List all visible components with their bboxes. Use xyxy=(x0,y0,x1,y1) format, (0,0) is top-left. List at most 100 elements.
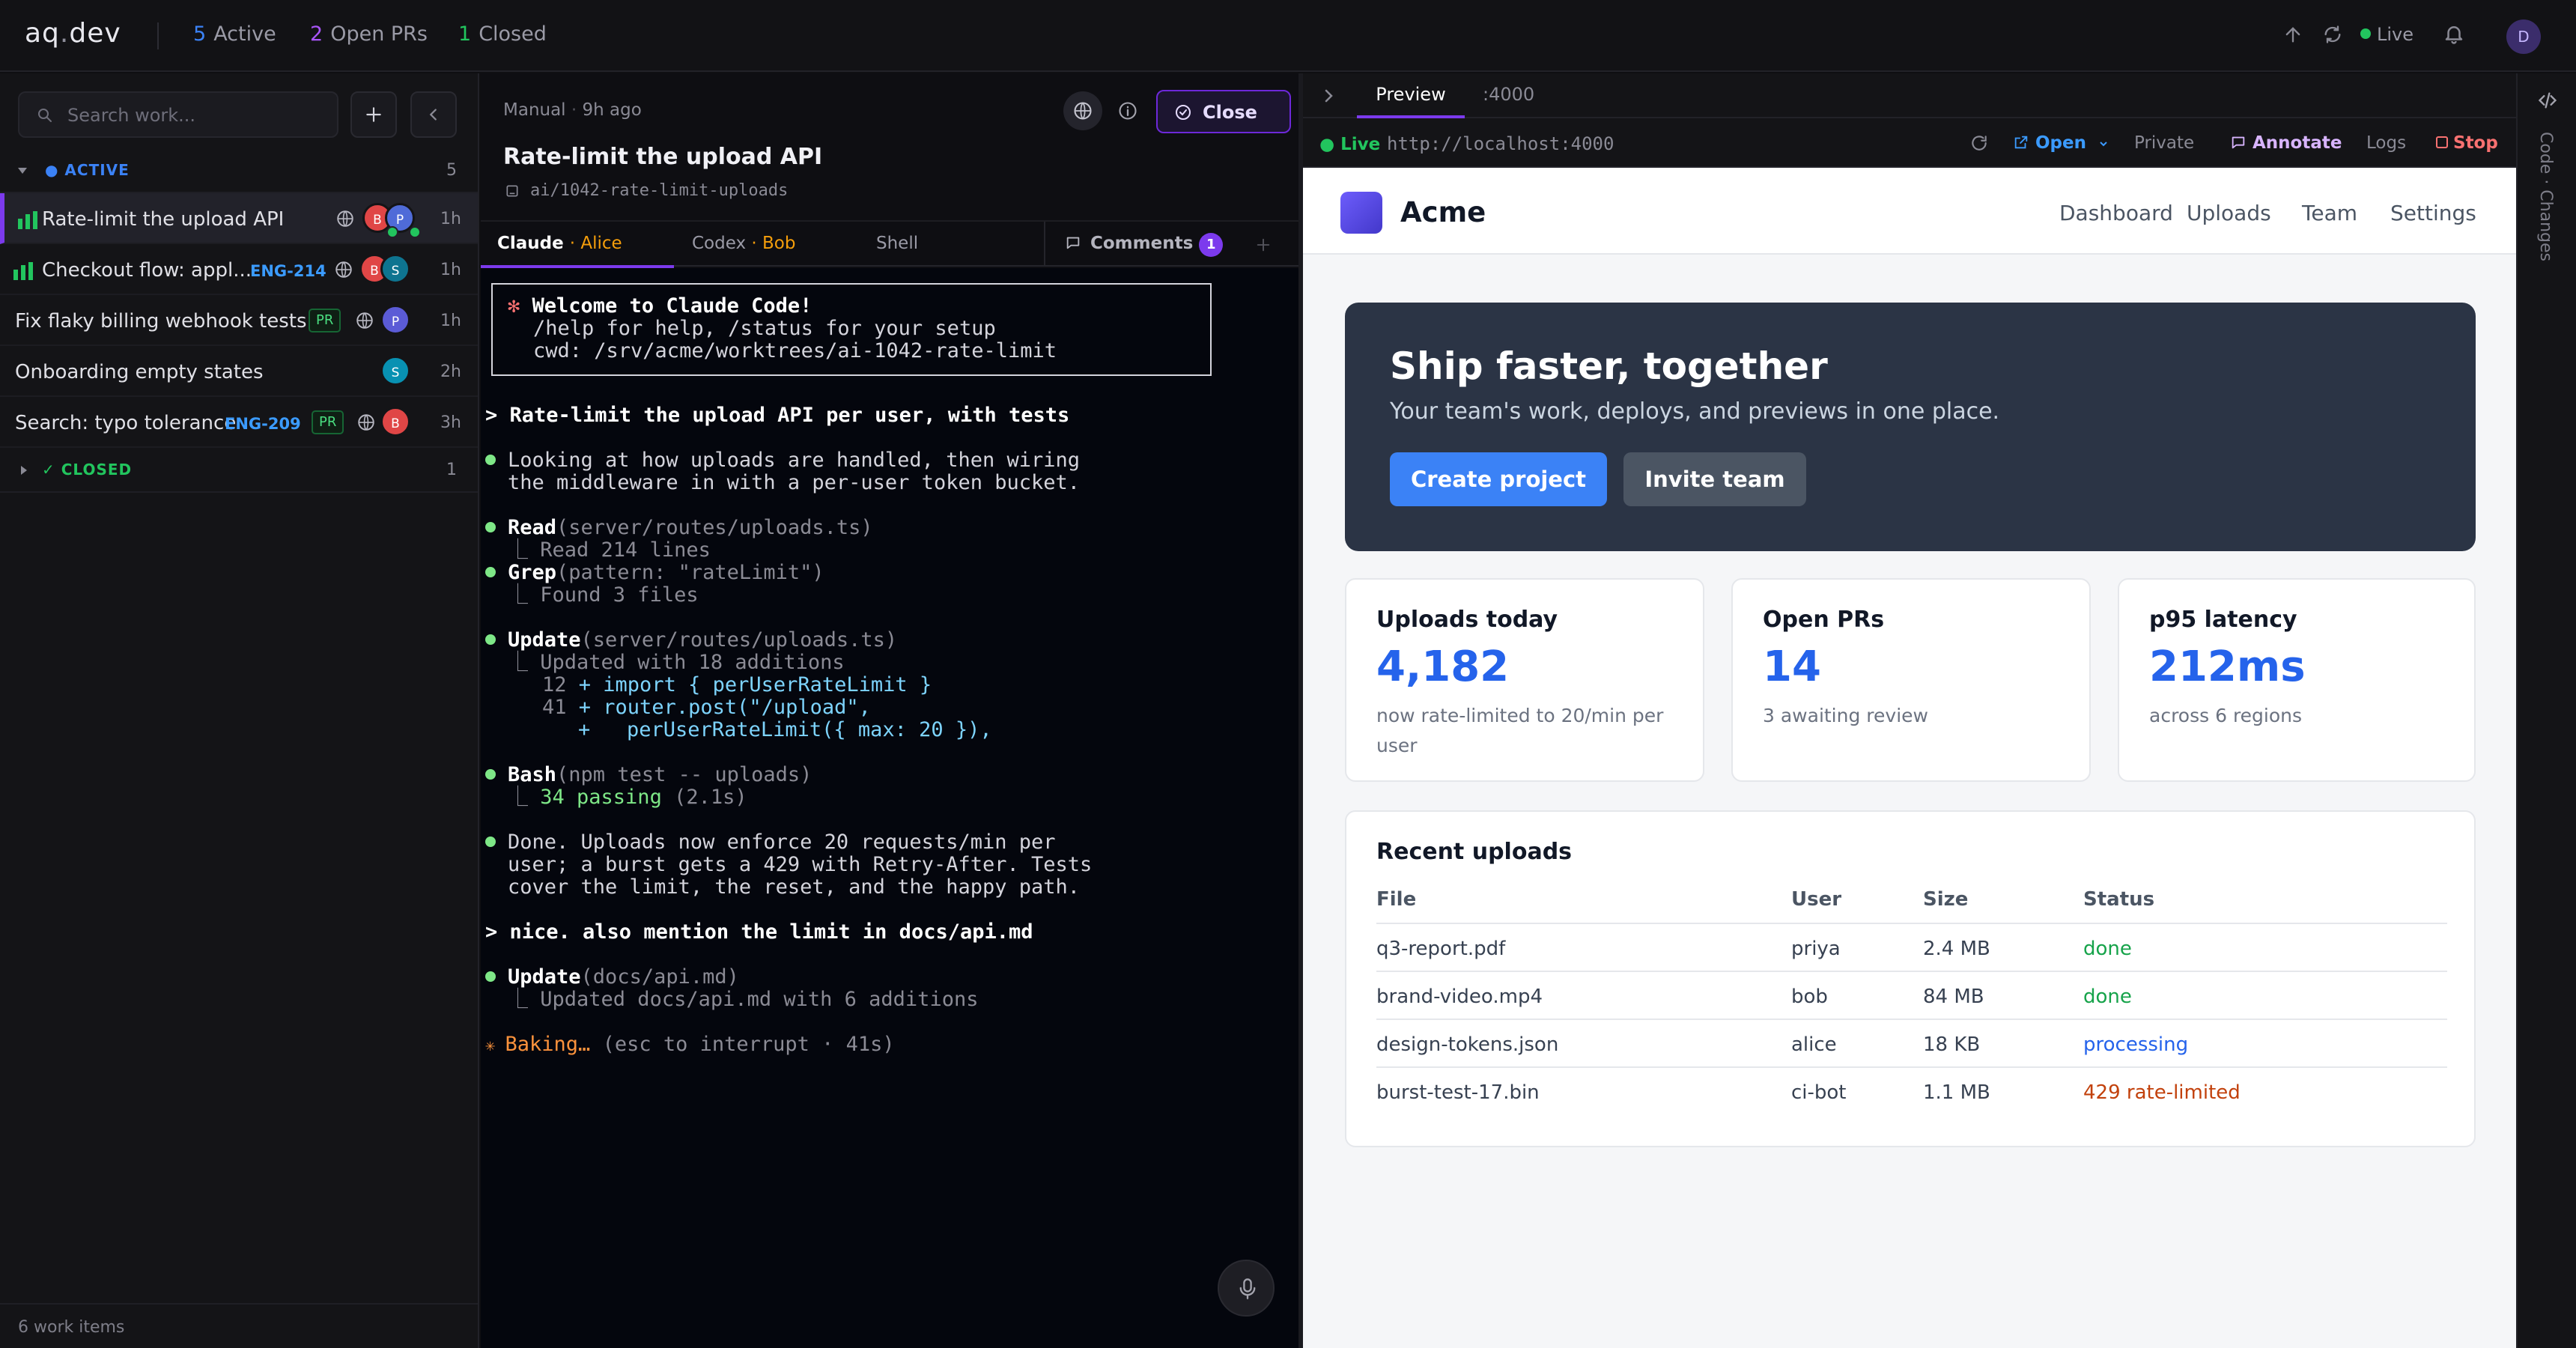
tool-result: ⎿ 34 passing (2.1s) xyxy=(508,786,747,809)
cell-user: ci-bot xyxy=(1791,1081,1847,1104)
cell-status: done xyxy=(2083,938,2132,960)
chevron-down-icon xyxy=(2100,141,2107,146)
acme-brand[interactable]: Acme xyxy=(1400,196,1486,228)
globe-button[interactable] xyxy=(1063,91,1102,130)
globe-icon xyxy=(1074,102,1092,120)
globe-icon xyxy=(337,210,353,227)
user-prompt: > nice. also mention the limit in docs/a… xyxy=(485,920,1033,944)
cell-size: 18 KB xyxy=(1923,1033,1981,1056)
chevron-right-icon[interactable] xyxy=(1319,87,1337,105)
cell-size: 84 MB xyxy=(1923,986,1984,1008)
search-box[interactable] xyxy=(18,91,338,138)
work-item[interactable]: Onboarding empty states S 2h xyxy=(0,346,478,397)
work-item-age: 1h xyxy=(440,210,461,228)
close-task-label: Close xyxy=(1203,102,1257,123)
issue-tag[interactable]: ENG-214 xyxy=(250,262,326,280)
table-row[interactable]: design-tokens.json alice 18 KB processin… xyxy=(1376,1018,2447,1066)
stat-closed-count: 1 xyxy=(458,22,472,46)
stat-open-prs[interactable]: 2 Open PRs xyxy=(310,22,428,46)
push-arrow-icon[interactable] xyxy=(2282,24,2303,45)
live-label: Live xyxy=(2377,24,2414,45)
preview-url[interactable]: http://localhost:4000 xyxy=(1387,133,1614,154)
search-input[interactable] xyxy=(67,103,322,128)
work-item[interactable]: Checkout flow: appl... ENG-214 B S 1h xyxy=(0,244,478,295)
preview-url-bar: ● Live http://localhost:4000 Open Privat… xyxy=(1303,118,2516,168)
annotate-button[interactable]: Annotate xyxy=(2230,133,2342,153)
collapse-sidebar-button[interactable] xyxy=(410,91,457,138)
info-button[interactable] xyxy=(1108,91,1147,130)
tab-claude[interactable]: Claude · Alice xyxy=(481,222,674,268)
nav-team[interactable]: Team xyxy=(2302,201,2357,225)
info-icon xyxy=(1119,102,1137,120)
column-header: User xyxy=(1791,888,1842,911)
stat-active-label: Active xyxy=(213,22,276,46)
tool-result: ⎿ Updated docs/api.md with 6 additions xyxy=(508,988,979,1011)
tab-shell[interactable]: Shell xyxy=(876,222,951,268)
close-task-button[interactable]: Close xyxy=(1156,90,1291,133)
table-row[interactable]: brand-video.mp4 bob 84 MB done xyxy=(1376,971,2447,1018)
stat-active[interactable]: 5 Active xyxy=(193,22,276,46)
caret-down-icon xyxy=(18,168,27,174)
terminal[interactable]: ✻ Welcome to Claude Code! /help for help… xyxy=(481,268,1298,1348)
pr-badge[interactable]: PR xyxy=(309,309,341,333)
create-project-button[interactable]: Create project xyxy=(1390,452,1607,506)
code-icon[interactable] xyxy=(2537,90,2558,111)
table-row[interactable]: burst-test-17.bin ci-bot 1.1 MB 429 rate… xyxy=(1376,1066,2447,1114)
hero-title: Ship faster, together xyxy=(1390,344,1828,388)
work-item-count: 6 work items xyxy=(18,1318,125,1337)
top-bar: aq.dev 5 Active 2 Open PRs 1 Closed Live D xyxy=(0,0,2576,72)
nav-dashboard[interactable]: Dashboard xyxy=(2059,201,2173,225)
user-avatar[interactable]: D xyxy=(2506,19,2541,54)
bell-icon[interactable] xyxy=(2443,22,2465,45)
issue-tag[interactable]: ENG-209 xyxy=(225,415,301,433)
tool-call-bash: Bash(npm test -- uploads) xyxy=(485,764,812,786)
rail-label[interactable]: Code · Changes xyxy=(2536,132,2555,261)
voice-input-button[interactable] xyxy=(1218,1260,1275,1317)
activity-bars-icon xyxy=(18,211,37,229)
tab-codex[interactable]: Codex · Bob xyxy=(692,222,842,268)
column-header: File xyxy=(1376,888,1417,911)
reload-icon[interactable] xyxy=(1969,133,1989,153)
stop-button[interactable]: Stop xyxy=(2435,133,2498,153)
work-item[interactable]: Rate-limit the upload API B P 1h xyxy=(0,193,478,244)
tab-comments[interactable]: Comments 1 xyxy=(1065,222,1245,268)
cell-file: q3-report.pdf xyxy=(1376,938,1506,960)
stat-card-title: Uploads today xyxy=(1376,607,1558,633)
private-toggle[interactable]: Private xyxy=(2134,133,2194,153)
pr-badge[interactable]: PR xyxy=(312,410,344,434)
stat-closed[interactable]: 1 Closed xyxy=(458,22,547,46)
task-time: 9h ago xyxy=(582,100,642,120)
avatar: B xyxy=(380,407,410,437)
welcome-title: Welcome to Claude Code! xyxy=(532,294,812,318)
acme-logo[interactable] xyxy=(1340,192,1382,234)
tab-port[interactable]: :4000 xyxy=(1483,73,1534,118)
cell-file: burst-test-17.bin xyxy=(1376,1081,1540,1104)
invite-team-button[interactable]: Invite team xyxy=(1623,452,1806,506)
nav-settings[interactable]: Settings xyxy=(2390,201,2476,225)
logo-dot: . xyxy=(59,18,70,49)
work-item[interactable]: Fix flaky billing webhook tests PR P 1h xyxy=(0,295,478,346)
stat-card-subtitle: now rate-limited to 20/min per user xyxy=(1376,705,1664,756)
open-button[interactable]: Open xyxy=(2013,133,2109,153)
section-active-header[interactable]: ● ACTIVE 5 xyxy=(0,148,478,193)
stat-card-title: Open PRs xyxy=(1763,607,1885,633)
live-indicator: Live xyxy=(2360,24,2414,45)
preview-tabs: Preview :4000 xyxy=(1303,73,2516,118)
right-rail: Code · Changes xyxy=(2516,73,2576,1348)
nav-uploads[interactable]: Uploads xyxy=(2187,201,2271,225)
table-row[interactable]: q3-report.pdf priya 2.4 MB done xyxy=(1376,923,2447,971)
tab-preview[interactable]: Preview xyxy=(1357,73,1465,118)
section-closed-header[interactable]: ✓ CLOSED 1 xyxy=(0,448,478,493)
task-branch[interactable]: ai/1042-rate-limit-uploads xyxy=(505,181,788,200)
logs-button[interactable]: Logs xyxy=(2366,133,2406,153)
add-work-button[interactable] xyxy=(350,91,397,138)
app-logo[interactable]: aq.dev xyxy=(25,18,121,49)
sync-icon[interactable] xyxy=(2322,24,2343,45)
add-tab-icon[interactable] xyxy=(1255,237,1272,253)
stat-card-title: p95 latency xyxy=(2149,607,2297,633)
assistant-message: Looking at how uploads are handled, then… xyxy=(485,449,1080,472)
work-item-age: 1h xyxy=(440,261,461,279)
activity-bars-icon xyxy=(13,262,33,280)
work-item[interactable]: Search: typo tolerance ENG-209 PR B 3h xyxy=(0,397,478,448)
online-dot xyxy=(409,226,421,238)
